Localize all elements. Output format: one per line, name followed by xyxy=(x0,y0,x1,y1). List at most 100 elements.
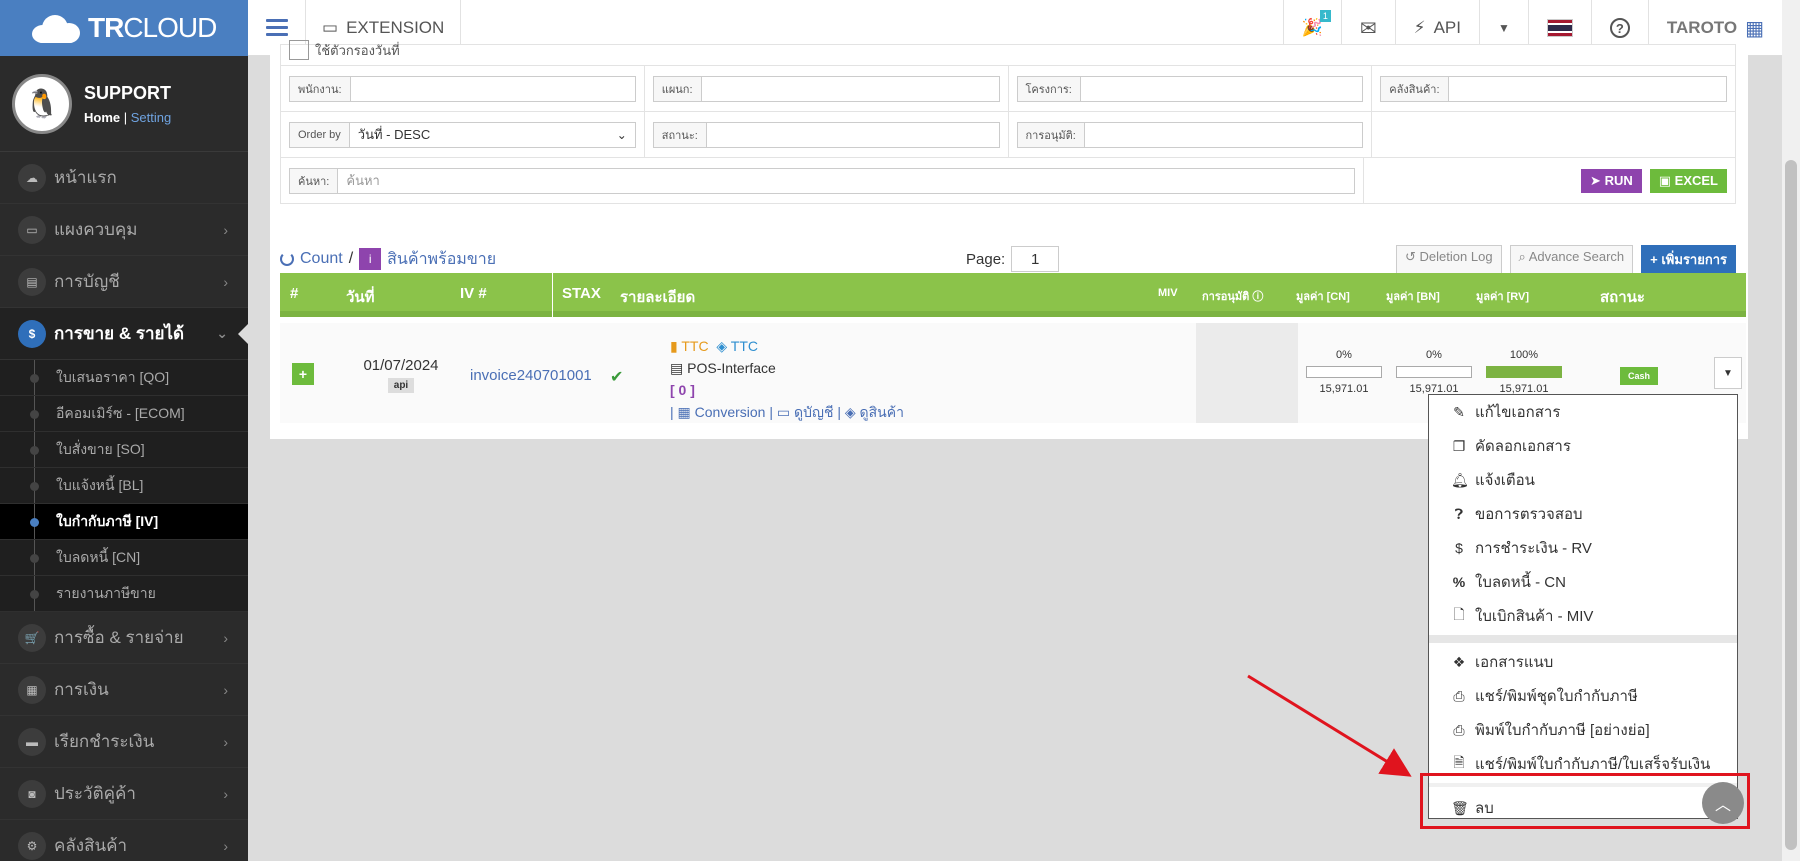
date-filter-label: ใช้ตัวกรองวันที่ xyxy=(315,42,400,58)
sidebar: 🐧 SUPPORT Home | Setting ☁ หน้าแรก ▭ แผงคว… xyxy=(0,56,248,861)
bn-bar xyxy=(1396,366,1472,378)
chevron-right-icon: › xyxy=(223,221,228,238)
setting-link[interactable]: Setting xyxy=(131,110,171,125)
dollar-icon: $ xyxy=(1455,540,1463,556)
highlight-box xyxy=(1420,773,1750,829)
sidebar-item-label: ประวัติคู่ค้า xyxy=(54,784,136,803)
sidebar-item-dashboard[interactable]: ▭ แผงควบคุม › xyxy=(0,204,248,256)
menu-requisition-miv[interactable]: 🗋 ใบเบิกสินค้า - MIV xyxy=(1429,599,1737,633)
warehouse-icon: ⚙ xyxy=(18,831,46,860)
sidebar-sub-sales-order[interactable]: ใบสั่งขาย [SO] xyxy=(0,432,248,468)
sidebar-item-purchase[interactable]: 🛒 การซื้อ & รายจ่าย › xyxy=(0,612,248,664)
department-input[interactable] xyxy=(702,77,999,101)
status-label: สถานะ: xyxy=(653,122,707,147)
view-account-link[interactable]: ดูบัญชี xyxy=(794,404,833,420)
sidebar-item-contacts[interactable]: ◙ ประวัติคู่ค้า › xyxy=(0,768,248,820)
search-icon: ⌕ xyxy=(1518,248,1526,264)
menu-share-print-tax-set[interactable]: ⎙ แชร์/พิมพ์ชุดใบกำกับภาษี xyxy=(1429,679,1737,713)
menu-request-review[interactable]: ❓︎ ขอการตรวจสอบ xyxy=(1429,497,1737,531)
attachment-count[interactable]: [ 0 ] xyxy=(670,382,695,398)
excel-button[interactable]: ▣ EXCEL xyxy=(1649,168,1727,193)
table-header: # วันที่ IV # STAX รายละเอียด MIV การอนุ… xyxy=(280,273,1746,317)
sidebar-sub-credit-note[interactable]: ใบลดหนี้ [CN] xyxy=(0,540,248,576)
page-input[interactable]: 1 xyxy=(1011,246,1060,272)
ready-stock-label: สินค้าพร้อมขาย xyxy=(387,250,497,268)
count-separator: / xyxy=(348,250,354,267)
search-label: ค้นหา: xyxy=(290,168,339,193)
row-actions-toggle[interactable]: ▼ xyxy=(1714,357,1742,389)
view-product-link[interactable]: ดูสินค้า xyxy=(860,404,904,420)
sidebar-item-finance[interactable]: ▦ การเงิน › xyxy=(0,664,248,716)
date-filter-checkbox[interactable] xyxy=(289,40,309,60)
ttc-link-1[interactable]: TTC xyxy=(681,338,708,354)
ttc-link-2[interactable]: TTC xyxy=(731,338,758,354)
menu-payment-rv[interactable]: $ การชำระเงิน - RV xyxy=(1429,531,1737,565)
status-input[interactable] xyxy=(707,123,999,147)
menu-notify[interactable]: 🔔︎ แจ้งเตือน xyxy=(1429,463,1737,497)
count-filter[interactable]: Count / i สินค้าพร้อมขาย xyxy=(280,247,496,272)
invoice-link[interactable]: invoice240701001 xyxy=(470,367,592,384)
sidebar-item-home[interactable]: ☁ หน้าแรก xyxy=(0,152,248,204)
expand-row-button[interactable]: + xyxy=(292,363,314,385)
employee-input[interactable] xyxy=(351,77,635,101)
menu-edit-document[interactable]: ✎ แก้ไขเอกสาร xyxy=(1429,395,1737,429)
sidebar-sub-sales-tax-report[interactable]: รายงานภาษีขาย xyxy=(0,576,248,612)
warehouse-input[interactable] xyxy=(1449,77,1726,101)
print-icon: ⎙ xyxy=(1453,721,1465,738)
rv-percent: 100% xyxy=(1509,349,1539,361)
cn-value: 15,971.01 xyxy=(1319,383,1369,395)
advance-search-button[interactable]: ⌕ Advance Search xyxy=(1509,244,1634,274)
sidebar-item-warehouse[interactable]: ⚙ คลังสินค้า › xyxy=(0,820,248,861)
history-icon: ↺ xyxy=(1405,248,1416,264)
sidebar-sub-tax-invoice[interactable]: ใบกำกับภาษี [IV] xyxy=(0,504,248,540)
main-panel: ใช้ตัวกรองวันที่ พนักงาน: แผนก: โครงการ:… xyxy=(270,40,1748,439)
sidebar-sub-billing[interactable]: ใบแจ้งหนี้ [BL] xyxy=(0,468,248,504)
sidebar-sub-ecom[interactable]: อีคอมเมิร์ซ - [ECOM] xyxy=(0,396,248,432)
menu-copy-document[interactable]: ❐ คัดลอกเอกสาร xyxy=(1429,429,1737,463)
col-cn: มูลค่า [CN] xyxy=(1296,291,1350,303)
col-iv[interactable]: IV # xyxy=(460,285,487,302)
menu-attachments[interactable]: ❖ เอกสารแนบ xyxy=(1429,645,1737,679)
col-miv: MIV xyxy=(1158,287,1178,299)
brand-logo[interactable]: TR CLOUD xyxy=(0,0,248,56)
add-item-button[interactable]: + เพิ่มรายการ xyxy=(1641,244,1736,274)
pagination: Page: 1 xyxy=(966,246,1060,272)
add-item-label: เพิ่มรายการ xyxy=(1661,251,1727,267)
avatar[interactable]: 🐧 xyxy=(12,73,72,134)
menu-label: พิมพ์ใบกำกับภาษี [อย่างย่อ] xyxy=(1475,722,1650,739)
caret-down-icon: ▼ xyxy=(1723,367,1733,379)
sidebar-item-payment-request[interactable]: ▬ เรียกชำระเงิน › xyxy=(0,716,248,768)
table-icon: ▦ xyxy=(677,404,691,420)
sidebar-item-sales[interactable]: $ การขาย & รายได้ ⌄ xyxy=(0,308,248,360)
page-scrollbar[interactable] xyxy=(1782,0,1800,861)
cn-bar xyxy=(1306,366,1382,378)
scroll-to-top-button[interactable]: ︿ xyxy=(1702,782,1744,824)
run-button[interactable]: ➤ RUN xyxy=(1581,168,1642,193)
rv-bar xyxy=(1486,366,1562,378)
scrollbar-thumb[interactable] xyxy=(1785,160,1797,850)
sidebar-item-accounting[interactable]: ▤ การบัญชี › xyxy=(0,256,248,308)
approval-input[interactable] xyxy=(1085,123,1362,147)
print-icon: ⎙ xyxy=(1453,687,1465,704)
orderby-select[interactable]: วันที่ - DESC ⌄ xyxy=(350,123,635,147)
sidebar-sub-quotation[interactable]: ใบเสนอราคา [QO] xyxy=(0,360,248,396)
card-icon: ▬ xyxy=(18,727,46,756)
deletion-log-label: Deletion Log xyxy=(1419,248,1493,264)
sidebar-item-label: หน้าแรก xyxy=(54,168,117,187)
col-date[interactable]: วันที่ xyxy=(346,285,375,309)
menu-credit-note-cn[interactable]: % ใบลดหนี้ - CN xyxy=(1429,565,1737,599)
question-icon: ❓︎ xyxy=(1454,505,1464,522)
orderby-value: วันที่ - DESC xyxy=(357,127,431,142)
deletion-log-button[interactable]: ↺ Deletion Log xyxy=(1396,244,1502,274)
page-label: Page: xyxy=(966,250,1006,268)
paper-plane-icon: ➤ xyxy=(1590,172,1601,188)
project-input[interactable] xyxy=(1081,77,1362,101)
sidebar-item-label: คลังสินค้า xyxy=(54,836,128,855)
conversion-link[interactable]: Conversion xyxy=(695,404,766,420)
col-rv: มูลค่า [RV] xyxy=(1476,291,1529,303)
chevron-right-icon: › xyxy=(223,837,228,854)
search-input[interactable]: ค้นหา xyxy=(338,169,1353,193)
menu-print-tax-short[interactable]: ⎙ พิมพ์ใบกำกับภาษี [อย่างย่อ] xyxy=(1429,713,1737,747)
rv-progress: 100% 15,971.01 xyxy=(1486,349,1562,395)
home-link[interactable]: Home xyxy=(84,110,120,125)
